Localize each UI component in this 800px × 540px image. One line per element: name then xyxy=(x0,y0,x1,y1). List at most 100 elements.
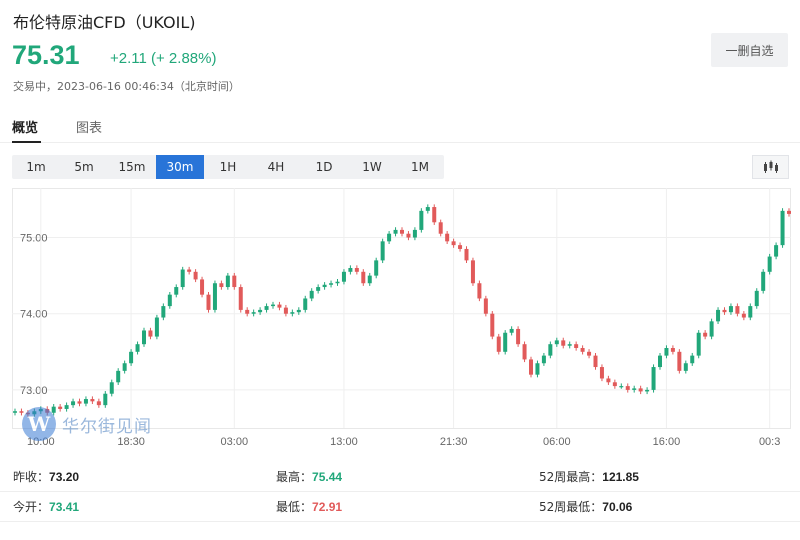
x-tick-label: 21:30 xyxy=(440,436,468,448)
candle-body xyxy=(548,344,553,356)
candle-body xyxy=(645,389,650,392)
stat-open: 今开： 73.41 xyxy=(13,499,80,515)
candle-body xyxy=(90,399,95,402)
candle-body xyxy=(71,401,76,406)
stats-row: 昨收： 73.20 最高： 75.44 52周最高： 121.85 xyxy=(0,462,800,492)
candle-body xyxy=(13,411,17,413)
candle-body xyxy=(206,294,211,310)
candle-body xyxy=(303,298,308,310)
candle-body xyxy=(767,256,772,272)
candle-body xyxy=(200,279,205,295)
candle-body xyxy=(296,309,301,313)
candle-body xyxy=(129,351,134,364)
candle-body xyxy=(109,382,114,394)
candle-body xyxy=(683,363,688,371)
candle-body xyxy=(425,207,430,211)
candle-body xyxy=(432,207,437,223)
candle-body xyxy=(503,332,508,352)
candle-body xyxy=(670,348,675,352)
candle-body xyxy=(490,313,495,337)
candle-body xyxy=(638,388,643,392)
candle-body xyxy=(225,275,230,288)
period-1w[interactable]: 1W xyxy=(348,155,396,179)
period-4h[interactable]: 4H xyxy=(252,155,300,179)
candle-body xyxy=(587,351,592,356)
chart-type-button[interactable] xyxy=(752,155,789,179)
tab-chart[interactable]: 图表 xyxy=(76,117,102,136)
period-1h[interactable]: 1H xyxy=(204,155,252,179)
candle-body xyxy=(458,245,463,249)
candle-body xyxy=(361,271,366,284)
plot-frame xyxy=(12,188,791,429)
candle-body xyxy=(574,344,579,348)
stats-table: 昨收： 73.20 最高： 75.44 52周最高： 121.85 今开： 73.41 … xyxy=(0,462,800,522)
candle-body xyxy=(703,332,708,337)
candle-body xyxy=(187,269,192,272)
period-15m[interactable]: 15m xyxy=(108,155,156,179)
x-tick-label: 06:00 xyxy=(543,436,571,448)
candle-body xyxy=(696,332,701,356)
period-1m[interactable]: 1m xyxy=(12,155,60,179)
candlestick-icon xyxy=(763,160,778,173)
candle-body xyxy=(316,287,321,291)
candle-body xyxy=(780,210,785,246)
candle-body xyxy=(367,275,372,284)
candle-body xyxy=(651,367,656,390)
trading-status: 交易中，2023-06-16 00:46:34（北京时间） xyxy=(13,80,240,93)
candle-body xyxy=(96,401,101,406)
candle-body xyxy=(625,386,630,390)
candle-body xyxy=(232,275,237,288)
stat-prev-close: 昨收： 73.20 xyxy=(13,469,80,485)
period-1mo[interactable]: 1M xyxy=(396,155,444,179)
candle-body xyxy=(83,399,88,404)
candle-body xyxy=(258,309,263,313)
tab-divider xyxy=(0,142,800,143)
candle-body xyxy=(664,348,669,356)
candle-body xyxy=(496,336,501,352)
candle-body xyxy=(329,283,334,285)
candle-body xyxy=(219,283,224,288)
candle-body xyxy=(341,271,346,282)
candle-body xyxy=(522,344,527,360)
candle-body xyxy=(593,355,598,368)
candle-body xyxy=(180,269,185,288)
x-tick-label: 13:00 xyxy=(330,436,358,448)
watermark: W 华尔街见闻 xyxy=(22,407,152,441)
period-1d[interactable]: 1D xyxy=(300,155,348,179)
candle-body xyxy=(271,304,275,307)
stat-high: 最高： 75.44 xyxy=(276,469,343,485)
candle-body xyxy=(77,401,82,404)
period-5m[interactable]: 5m xyxy=(60,155,108,179)
candle-body xyxy=(412,229,417,238)
candle-body xyxy=(483,298,488,314)
candle-body xyxy=(374,260,379,276)
candle-body xyxy=(529,359,533,375)
candle-body xyxy=(741,313,746,318)
candle-body xyxy=(541,355,546,364)
candle-body xyxy=(400,229,404,234)
candle-body xyxy=(335,281,340,284)
candle-body xyxy=(161,306,166,318)
remove-watchlist-button[interactable]: 一删自选 xyxy=(711,33,788,67)
x-tick-label: 00:3 xyxy=(759,436,780,448)
period-selector: 1m 5m 15m 30m 1H 4H 1D 1W 1M xyxy=(12,155,444,179)
candle-body xyxy=(445,233,450,242)
tab-overview[interactable]: 概览 xyxy=(12,117,38,136)
candle-body xyxy=(690,355,695,364)
candle-body xyxy=(677,351,682,371)
candle-body xyxy=(761,271,766,291)
candle-body xyxy=(309,290,314,299)
candle-body xyxy=(290,312,295,314)
candle-body xyxy=(567,344,572,346)
x-tick-label: 16:00 xyxy=(653,436,681,448)
candle-body xyxy=(477,283,482,299)
candle-body xyxy=(380,241,385,261)
candle-body xyxy=(509,328,514,333)
period-30m[interactable]: 30m xyxy=(156,155,204,179)
candle-body xyxy=(122,363,127,371)
candle-body xyxy=(658,355,662,368)
candle-body xyxy=(348,268,353,272)
candle-body xyxy=(116,370,121,383)
candle-body xyxy=(212,283,217,310)
wallstreetcn-logo-icon: W xyxy=(22,407,56,441)
